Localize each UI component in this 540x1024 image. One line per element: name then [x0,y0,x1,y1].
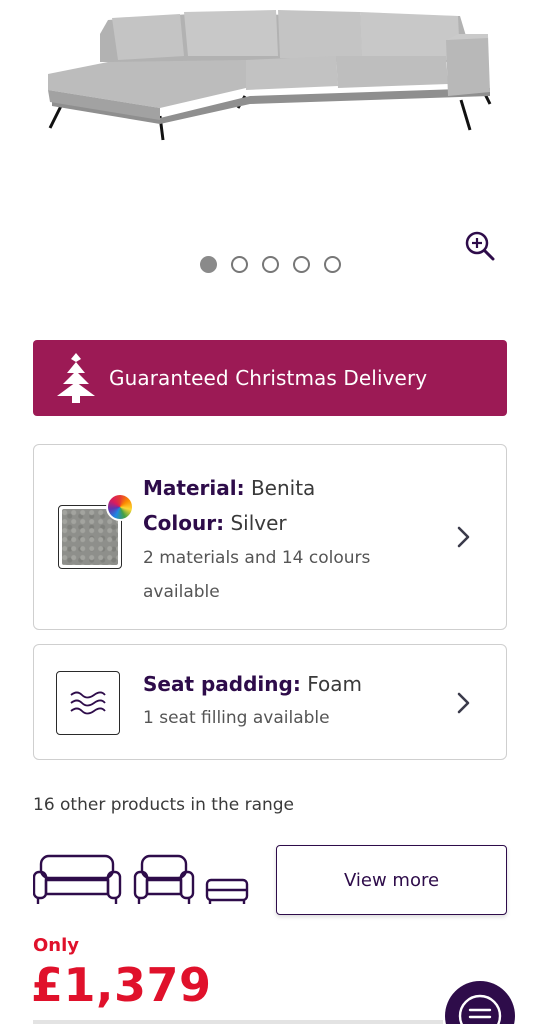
christmas-delivery-banner: Guaranteed Christmas Delivery [33,340,507,416]
bottom-bar [33,1020,443,1024]
colour-wheel-icon [106,493,134,521]
material-availability: 2 materials and 14 colours available [143,548,371,602]
seat-padding-value: Foam [307,672,362,696]
carousel-dot-2[interactable] [231,256,248,273]
christmas-tree-icon [57,353,95,403]
waves-icon [56,671,120,735]
seat-padding-line: Seat padding: Foam [143,667,436,702]
seat-padding-card[interactable]: Seat padding: Foam 1 seat filling availa… [33,644,507,760]
range-icons [33,854,249,904]
chevron-right-icon [457,526,470,548]
chevron-right-icon [457,692,470,714]
colour-label: Colour: [143,511,225,535]
seat-padding-label: Seat padding: [143,672,301,696]
range-count-text: 16 other products in the range [33,795,295,815]
sofa-image [48,10,492,141]
carousel-dot-5[interactable] [324,256,341,273]
sofa-icon [33,854,122,904]
chat-icon [458,994,502,1024]
price-prefix: Only [33,935,80,956]
chat-button[interactable] [445,981,515,1024]
carousel-dot-3[interactable] [262,256,279,273]
colour-line: Colour: Silver [143,506,436,541]
carousel-dot-1[interactable] [200,256,217,273]
material-colour-card[interactable]: Material: Benita Colour: Silver 2 materi… [33,444,507,630]
banner-text: Guaranteed Christmas Delivery [109,366,428,390]
footstool-icon [205,878,249,904]
carousel-dots [200,256,341,273]
zoom-icon[interactable] [463,229,497,263]
price-value: £1,379 [31,958,212,1012]
material-line: Material: Benita [143,471,436,506]
seat-padding-availability: 1 seat filling available [143,708,330,728]
material-value: Benita [250,476,316,500]
armchair-icon [133,854,195,904]
view-more-button[interactable]: View more [276,845,507,915]
carousel-dot-4[interactable] [293,256,310,273]
colour-value: Silver [230,511,287,535]
material-label: Material: [143,476,245,500]
product-image[interactable] [0,0,540,230]
